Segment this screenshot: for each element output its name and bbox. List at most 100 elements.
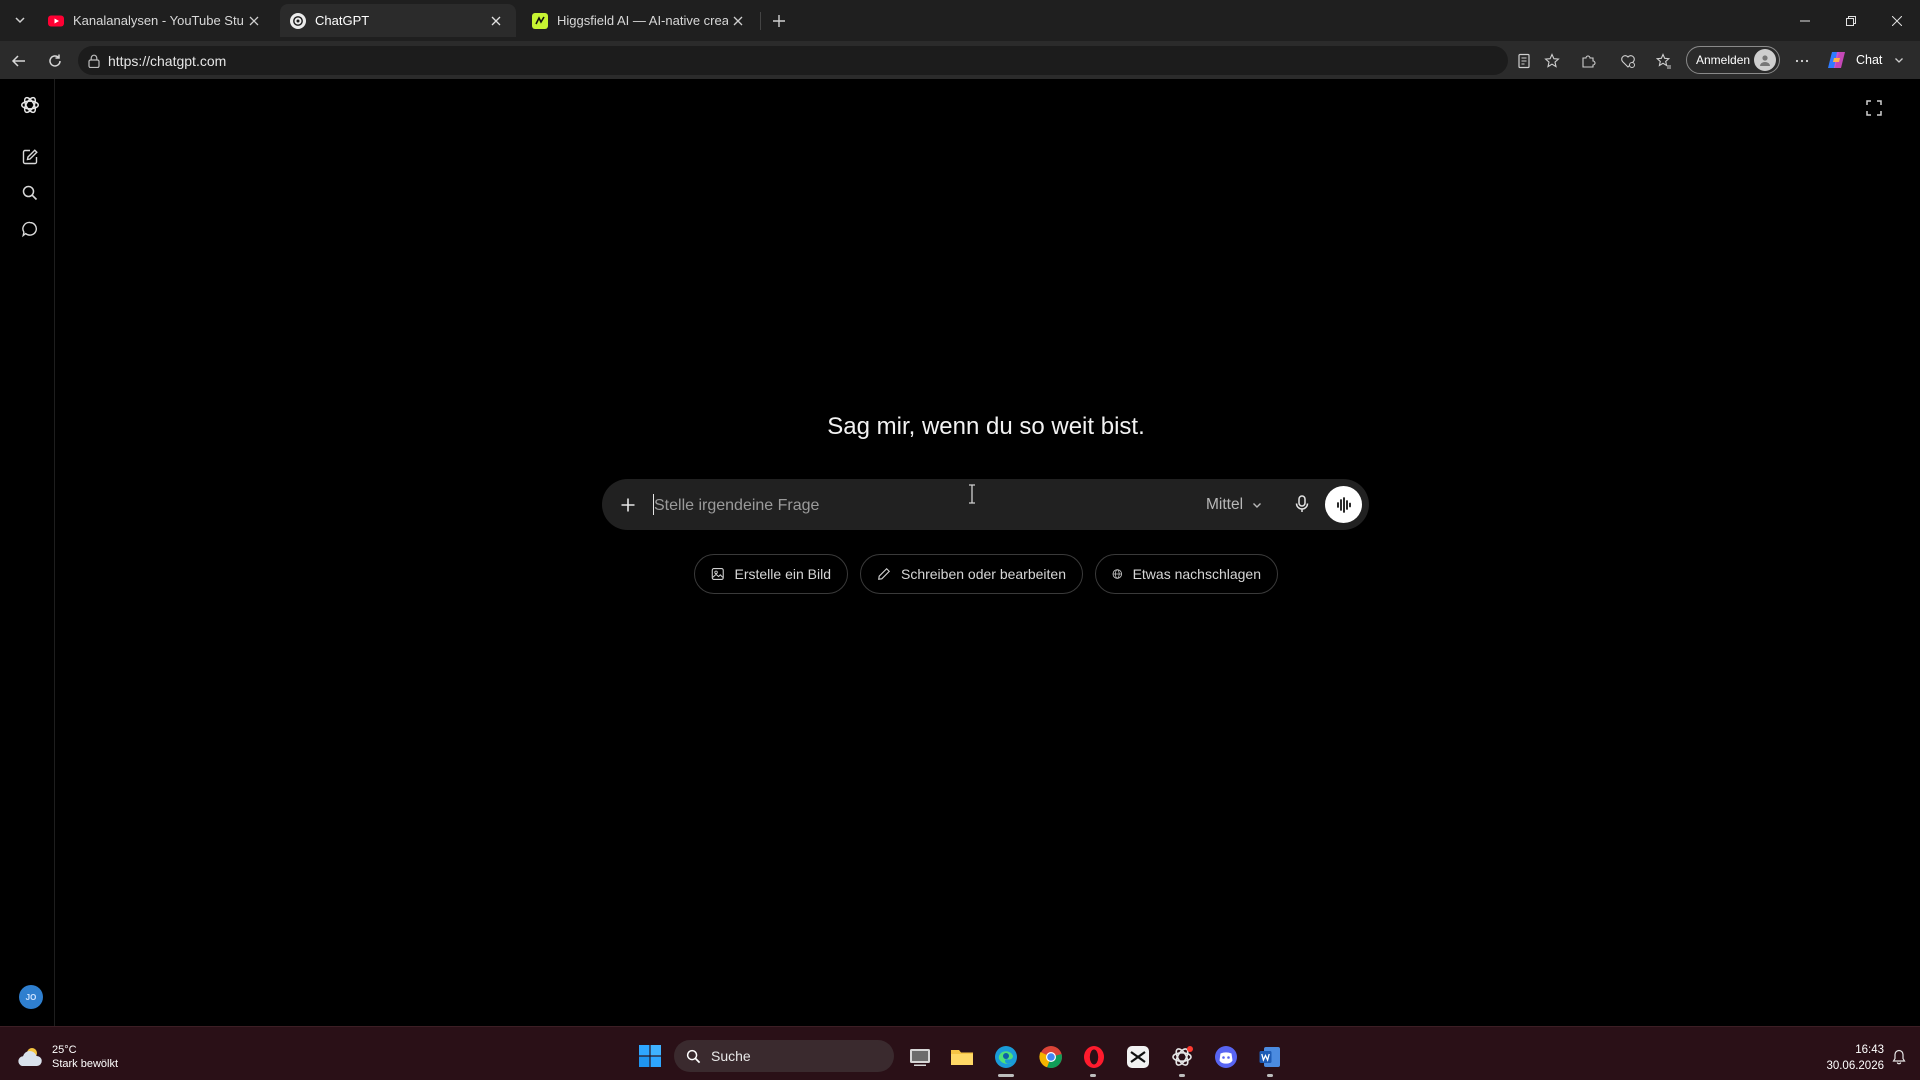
suggestion-label: Erstelle ein Bild	[734, 566, 832, 582]
reload-button[interactable]	[42, 48, 68, 74]
taskbar-word[interactable]	[1254, 1041, 1286, 1073]
chrome-icon	[1039, 1046, 1062, 1069]
tab-title: Kanalanalysen - YouTube Studio	[73, 13, 244, 28]
taskbar-edge[interactable]	[990, 1041, 1022, 1073]
tab-list-button[interactable]	[6, 8, 34, 32]
voice-waveform-icon	[1336, 496, 1351, 513]
puzzle-icon	[1582, 55, 1596, 68]
minimize-icon	[1800, 20, 1810, 21]
plus-icon	[773, 15, 785, 27]
windows-logo-icon	[639, 1045, 661, 1067]
capcut-icon	[1127, 1046, 1149, 1068]
clock-date: 30.06.2026	[1826, 1060, 1884, 1072]
taskbar-capcut[interactable]	[1122, 1041, 1154, 1073]
suggestion-write-edit[interactable]: Schreiben oder bearbeiten	[860, 554, 1083, 594]
extensions-button[interactable]	[1576, 49, 1600, 73]
close-tab-button[interactable]	[486, 11, 506, 31]
text-caret	[653, 494, 654, 515]
minimize-button[interactable]	[1782, 0, 1828, 41]
chatgpt-logo-button[interactable]	[14, 89, 46, 121]
taskbar-discord[interactable]	[1210, 1041, 1242, 1073]
dictate-button[interactable]	[1289, 491, 1315, 517]
voice-mode-button[interactable]	[1325, 486, 1362, 523]
sign-in-label: Anmelden	[1696, 53, 1751, 67]
attach-button[interactable]	[615, 492, 641, 518]
clock-time: 16:43	[1855, 1044, 1884, 1056]
start-button[interactable]	[636, 1042, 664, 1070]
word-icon	[1259, 1047, 1280, 1067]
search-chats-button[interactable]	[14, 177, 46, 209]
restore-icon	[1846, 15, 1856, 26]
taskbar-file-explorer[interactable]	[946, 1041, 978, 1073]
search-icon	[686, 1049, 701, 1063]
page-title: Sag mir, wenn du so weit bist.	[827, 413, 1145, 440]
favorites-button[interactable]	[1652, 49, 1676, 73]
url-text: https://chatgpt.com	[108, 52, 227, 69]
suggestion-create-image[interactable]: Erstelle ein Bild	[694, 554, 848, 594]
reader-view-button[interactable]	[1512, 49, 1536, 73]
compose-icon	[22, 149, 38, 165]
taskbar-search[interactable]: Suche	[674, 1040, 894, 1072]
model-label: Mittel	[1206, 496, 1244, 513]
edge-icon	[995, 1046, 1017, 1068]
model-selector[interactable]: Mittel	[1206, 493, 1263, 517]
text-cursor-icon	[969, 484, 975, 504]
openai-logo-icon	[21, 96, 39, 114]
suggestion-look-up[interactable]: Etwas nachschlagen	[1095, 554, 1278, 594]
pencil-icon	[878, 567, 891, 580]
task-view-icon	[910, 1049, 930, 1066]
system-clock[interactable]: 16:43 30.06.2026	[1804, 1042, 1884, 1074]
copilot-chat-button[interactable]: Chat	[1826, 47, 1916, 73]
opera-icon	[1084, 1046, 1104, 1068]
favorites-star-icon	[1656, 53, 1671, 69]
bell-icon	[1892, 1049, 1906, 1065]
chat-history-button[interactable]	[14, 213, 46, 245]
taskbar-search-label: Suche	[711, 1048, 751, 1064]
chevron-down-icon	[15, 17, 25, 24]
more-menu-button[interactable]	[1790, 49, 1814, 73]
close-tab-button[interactable]	[728, 11, 748, 31]
expand-icon	[1866, 100, 1882, 116]
heart-pulse-icon	[1621, 55, 1635, 68]
close-window-button[interactable]	[1874, 0, 1920, 41]
tab-title: ChatGPT	[315, 13, 370, 28]
folder-icon	[951, 1050, 973, 1065]
star-icon	[1544, 53, 1560, 68]
restore-button[interactable]	[1828, 0, 1874, 41]
chatgpt-icon	[1172, 1046, 1193, 1066]
taskbar-task-view[interactable]	[904, 1041, 936, 1073]
tab-chatgpt[interactable]: ChatGPT	[280, 4, 516, 37]
taskbar-chrome[interactable]	[1035, 1041, 1067, 1073]
discord-icon	[1215, 1046, 1237, 1068]
user-avatar[interactable]: JO	[19, 985, 43, 1009]
browser-essentials-button[interactable]	[1616, 49, 1640, 73]
chat-input[interactable]	[652, 491, 1196, 520]
higgsfield-icon	[532, 12, 548, 29]
address-bar[interactable]: https://chatgpt.com	[78, 46, 1508, 75]
back-button[interactable]	[6, 48, 32, 74]
weather-widget[interactable]: 25°C Stark bewölkt	[16, 1042, 176, 1072]
tab-higgsfield[interactable]: Higgsfield AI — AI-native creative	[522, 4, 758, 37]
close-icon	[733, 16, 743, 25]
close-icon	[1892, 15, 1902, 26]
notification-button[interactable]	[1886, 1044, 1912, 1070]
sign-in-button[interactable]: Anmelden	[1686, 46, 1780, 74]
weather-description: Stark bewölkt	[52, 1058, 119, 1070]
close-icon	[249, 16, 259, 25]
favorite-button[interactable]	[1540, 49, 1564, 73]
expand-button[interactable]	[1860, 94, 1888, 122]
chat-composer: Mittel	[602, 479, 1369, 530]
tab-youtube-studio[interactable]: Kanalanalysen - YouTube Studio	[38, 4, 274, 37]
taskbar-opera[interactable]	[1078, 1041, 1110, 1073]
new-chat-button[interactable]	[14, 141, 46, 173]
arrow-left-icon	[11, 55, 25, 67]
new-tab-button[interactable]	[766, 8, 792, 34]
chevron-down-icon	[1895, 58, 1904, 63]
youtube-icon	[48, 15, 64, 26]
reload-icon	[49, 54, 61, 67]
edge-active-indicator	[998, 1074, 1014, 1077]
microphone-icon	[1295, 495, 1309, 512]
tab-title: Higgsfield AI — AI-native creative	[557, 13, 728, 28]
close-tab-button[interactable]	[244, 11, 264, 31]
taskbar-chatgpt-app[interactable]	[1166, 1041, 1198, 1073]
